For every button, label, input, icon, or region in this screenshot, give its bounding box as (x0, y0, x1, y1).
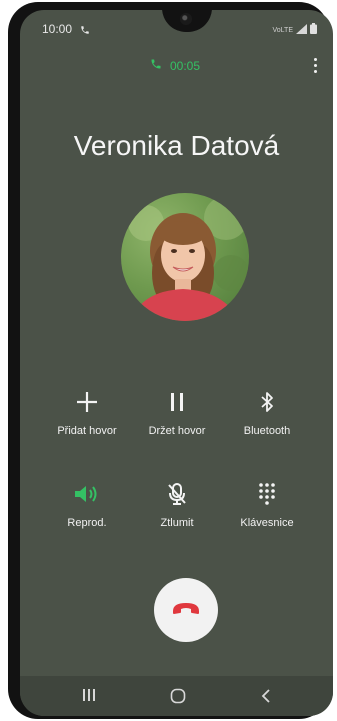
camera-notch (162, 10, 212, 32)
status-indicators: VoLTE (272, 21, 317, 39)
keypad-label: Klávesnice (240, 517, 294, 529)
end-call-button[interactable] (154, 578, 218, 642)
back-icon[interactable] (260, 688, 272, 709)
bluetooth-button[interactable]: Bluetooth (222, 390, 312, 437)
pause-icon (167, 390, 187, 419)
status-time: 10:00 (42, 22, 73, 36)
bluetooth-icon (259, 390, 275, 419)
battery-icon (310, 21, 317, 39)
mute-label: Ztlumit (160, 517, 194, 529)
signal-icon (296, 21, 307, 39)
contact-avatar (121, 193, 249, 321)
hold-call-label: Držet hovor (148, 425, 206, 437)
mic-off-icon (166, 482, 188, 511)
plus-icon (75, 390, 99, 419)
call-screen: 10:00 VoLTE 00:05 Veronika Datová Přidat… (20, 10, 333, 716)
more-options-button[interactable] (308, 56, 323, 75)
speaker-icon (73, 483, 101, 510)
phone-frame: 10:00 VoLTE 00:05 Veronika Datová Přidat… (8, 2, 333, 719)
keypad-button[interactable]: Klávesnice (222, 482, 312, 529)
keypad-icon (257, 482, 277, 511)
phone-icon (150, 58, 162, 73)
call-timer: 00:05 (150, 58, 200, 73)
mute-button[interactable]: Ztlumit (132, 482, 222, 529)
recent-apps-icon[interactable] (82, 688, 96, 707)
home-icon[interactable] (170, 688, 186, 709)
add-call-button[interactable]: Přidat hovor (42, 390, 132, 437)
phone-hangup-icon (171, 601, 201, 620)
add-call-label: Přidat hovor (57, 425, 117, 437)
front-camera (180, 13, 192, 25)
bluetooth-label: Bluetooth (243, 425, 291, 437)
speaker-button[interactable]: Reprod. (42, 482, 132, 529)
navigation-bar (20, 676, 333, 716)
volte-label: VoLTE (272, 26, 294, 34)
hold-call-button[interactable]: Držet hovor (132, 390, 222, 437)
speaker-label: Reprod. (67, 517, 107, 529)
status-phone-icon (80, 22, 90, 40)
call-duration: 00:05 (170, 58, 201, 73)
contact-name: Veronika Datová (73, 130, 280, 161)
